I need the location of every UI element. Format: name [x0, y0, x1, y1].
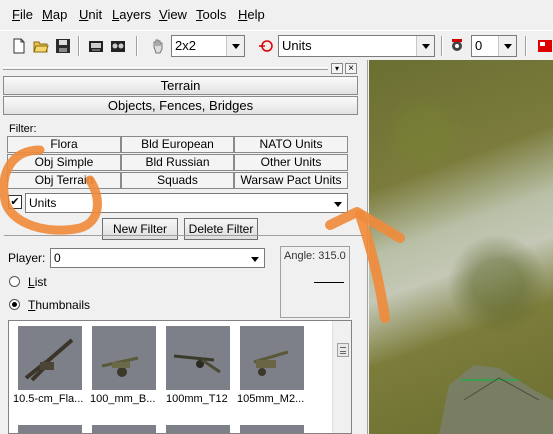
annotation-overlay [0, 145, 405, 323]
